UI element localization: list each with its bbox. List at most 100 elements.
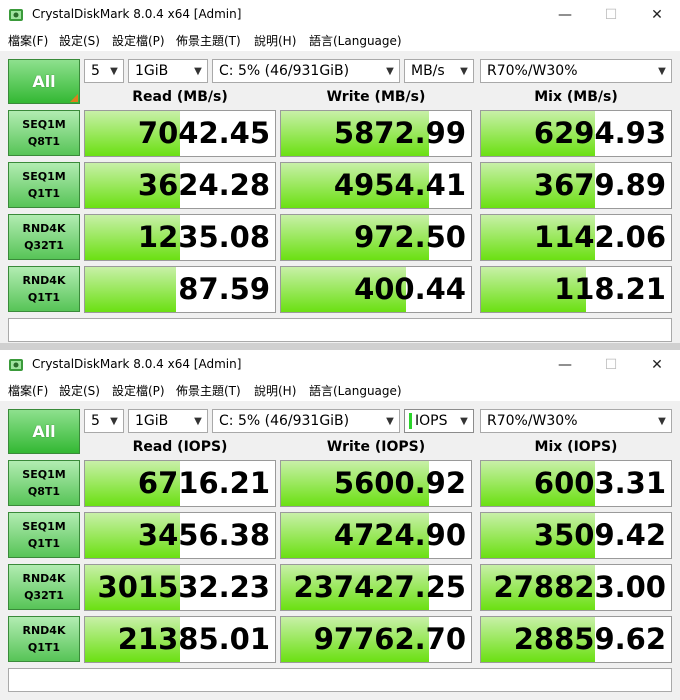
chevron-down-icon: ▼ bbox=[194, 65, 202, 77]
maximize-icon: ☐ bbox=[604, 7, 618, 23]
mix-value: 3679.89 bbox=[533, 168, 666, 202]
close-button[interactable]: ✕ bbox=[634, 0, 680, 30]
menu-language[interactable]: 語言(Language) bbox=[309, 32, 402, 49]
chevron-down-icon: ▼ bbox=[460, 65, 468, 77]
test-button-rnd4k-q32t1[interactable]: RND4K Q32T1 bbox=[8, 214, 80, 260]
menu-profile[interactable]: 設定檔(P) bbox=[112, 32, 165, 49]
title-bar[interactable]: CrystalDiskMark 8.0.4 x64 [Admin] — ☐ ✕ bbox=[0, 350, 680, 380]
test-params: Q1T1 bbox=[27, 641, 61, 654]
test-name: SEQ1M bbox=[22, 118, 66, 131]
mix-result: 3679.89 bbox=[480, 162, 672, 209]
menu-settings[interactable]: 設定(S) bbox=[59, 32, 100, 49]
write-value: 5600.92 bbox=[333, 466, 466, 500]
window-iops: CrystalDiskMark 8.0.4 x64 [Admin] — ☐ ✕ … bbox=[0, 350, 680, 700]
test-size-select[interactable]: 1GiB ▼ bbox=[128, 59, 208, 83]
write-result: 97762.70 bbox=[280, 616, 472, 663]
write-result: 4724.90 bbox=[280, 512, 472, 559]
unit-select[interactable]: MB/s ▼ bbox=[404, 59, 474, 83]
app-icon bbox=[9, 359, 23, 371]
menu-profile[interactable]: 設定檔(P) bbox=[112, 382, 165, 399]
test-button-seq1m-q1t1[interactable]: SEQ1M Q1T1 bbox=[8, 162, 80, 208]
mix-result: 278823.00 bbox=[480, 564, 672, 611]
comment-field[interactable] bbox=[8, 668, 672, 692]
title-bar[interactable]: CrystalDiskMark 8.0.4 x64 [Admin] — ☐ ✕ bbox=[0, 0, 680, 30]
unit-value: IOPS bbox=[415, 413, 448, 429]
test-button-rnd4k-q1t1[interactable]: RND4K Q1T1 bbox=[8, 616, 80, 662]
chevron-down-icon: ▼ bbox=[460, 415, 468, 427]
test-name: SEQ1M bbox=[22, 520, 66, 533]
test-count-value: 5 bbox=[91, 413, 100, 429]
chevron-down-icon: ▼ bbox=[386, 415, 394, 427]
menu-bar: 檔案(F) 設定(S) 設定檔(P) 佈景主題(T) 說明(H) 語言(Lang… bbox=[0, 30, 680, 50]
drive-select[interactable]: C: 5% (46/931GiB) ▼ bbox=[212, 409, 400, 433]
comment-field[interactable] bbox=[8, 318, 672, 342]
write-value: 400.44 bbox=[354, 272, 466, 306]
unit-select[interactable]: IOPS ▼ bbox=[404, 409, 474, 433]
all-button[interactable]: All bbox=[8, 409, 80, 454]
mix-result: 1142.06 bbox=[480, 214, 672, 261]
mix-ratio-value: R70%/W30% bbox=[487, 63, 578, 79]
minimize-button[interactable]: — bbox=[542, 0, 588, 30]
read-value: 301532.23 bbox=[97, 570, 270, 604]
read-result: 6716.21 bbox=[84, 460, 276, 507]
test-button-rnd4k-q1t1[interactable]: RND4K Q1T1 bbox=[8, 266, 80, 312]
drive-select[interactable]: C: 5% (46/931GiB) ▼ bbox=[212, 59, 400, 83]
mix-ratio-select[interactable]: R70%/W30% ▼ bbox=[480, 59, 672, 83]
maximize-icon: ☐ bbox=[604, 357, 618, 373]
all-button-label: All bbox=[32, 72, 56, 91]
read-result: 87.59 bbox=[84, 266, 276, 313]
mix-value: 1142.06 bbox=[533, 220, 666, 254]
menu-file[interactable]: 檔案(F) bbox=[8, 382, 48, 399]
menu-language[interactable]: 語言(Language) bbox=[309, 382, 402, 399]
test-button-seq1m-q8t1[interactable]: SEQ1M Q8T1 bbox=[8, 460, 80, 506]
test-size-value: 1GiB bbox=[135, 413, 169, 429]
test-params: Q1T1 bbox=[27, 537, 61, 550]
minimize-icon: — bbox=[558, 357, 572, 373]
close-button[interactable]: ✕ bbox=[634, 350, 680, 380]
test-size-value: 1GiB bbox=[135, 63, 169, 79]
write-value: 4724.90 bbox=[333, 518, 466, 552]
minimize-icon: — bbox=[558, 7, 572, 23]
all-button[interactable]: All bbox=[8, 59, 80, 104]
maximize-button[interactable]: ☐ bbox=[588, 350, 634, 380]
mix-ratio-select[interactable]: R70%/W30% ▼ bbox=[480, 409, 672, 433]
write-result: 972.50 bbox=[280, 214, 472, 261]
test-params: Q1T1 bbox=[27, 187, 61, 200]
chevron-down-icon: ▼ bbox=[194, 415, 202, 427]
minimize-button[interactable]: — bbox=[542, 350, 588, 380]
window-edge bbox=[0, 343, 680, 350]
chevron-down-icon: ▼ bbox=[658, 65, 666, 77]
read-value: 3624.28 bbox=[137, 168, 270, 202]
test-button-seq1m-q1t1[interactable]: SEQ1M Q1T1 bbox=[8, 512, 80, 558]
test-count-select[interactable]: 5 ▼ bbox=[84, 409, 124, 433]
chevron-down-icon: ▼ bbox=[110, 65, 118, 77]
menu-settings[interactable]: 設定(S) bbox=[59, 382, 100, 399]
test-params: Q1T1 bbox=[27, 291, 61, 304]
write-value: 237427.25 bbox=[293, 570, 466, 604]
test-button-rnd4k-q32t1[interactable]: RND4K Q32T1 bbox=[8, 564, 80, 610]
test-count-value: 5 bbox=[91, 63, 100, 79]
write-result: 237427.25 bbox=[280, 564, 472, 611]
menu-theme[interactable]: 佈景主題(T) bbox=[176, 32, 241, 49]
menu-file[interactable]: 檔案(F) bbox=[8, 32, 48, 49]
mix-value: 278823.00 bbox=[493, 570, 666, 604]
header-read: Read (MB/s) bbox=[132, 89, 228, 105]
menu-help[interactable]: 說明(H) bbox=[254, 32, 296, 49]
test-size-select[interactable]: 1GiB ▼ bbox=[128, 409, 208, 433]
read-value: 3456.38 bbox=[137, 518, 270, 552]
mix-result: 6294.93 bbox=[480, 110, 672, 157]
read-bar bbox=[85, 267, 177, 312]
mix-value: 3509.42 bbox=[533, 518, 666, 552]
test-count-select[interactable]: 5 ▼ bbox=[84, 59, 124, 83]
maximize-button[interactable]: ☐ bbox=[588, 0, 634, 30]
test-params: Q8T1 bbox=[27, 485, 61, 498]
read-result: 3456.38 bbox=[84, 512, 276, 559]
header-mix: Mix (MB/s) bbox=[534, 89, 618, 105]
header-write: Write (MB/s) bbox=[326, 89, 426, 105]
window-mbps: CrystalDiskMark 8.0.4 x64 [Admin] — ☐ ✕ … bbox=[0, 0, 680, 350]
menu-help[interactable]: 說明(H) bbox=[254, 382, 296, 399]
menu-theme[interactable]: 佈景主題(T) bbox=[176, 382, 241, 399]
write-result: 4954.41 bbox=[280, 162, 472, 209]
test-button-seq1m-q8t1[interactable]: SEQ1M Q8T1 bbox=[8, 110, 80, 156]
mix-ratio-value: R70%/W30% bbox=[487, 413, 578, 429]
